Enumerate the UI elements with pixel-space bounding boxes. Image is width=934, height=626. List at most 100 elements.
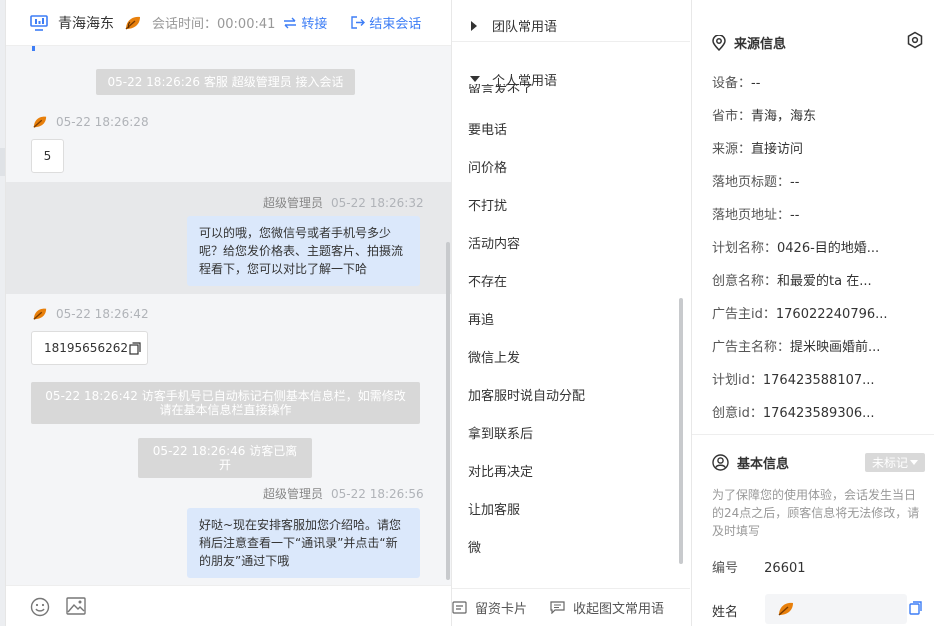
emoji-icon[interactable] xyxy=(30,597,50,621)
settings-gear-icon[interactable] xyxy=(906,31,924,53)
exit-icon xyxy=(351,16,366,29)
info-value: 和最爱的ta 在... xyxy=(777,274,872,289)
info-row-plan-id: 计划id：176423588107... xyxy=(712,369,875,388)
message-time: 05-22 18:26:56 xyxy=(331,486,424,501)
info-label: 创意名称： xyxy=(712,274,778,289)
phone-number-text: 18195656262 xyxy=(44,341,128,355)
info-row-landing-url: 落地页地址：-- xyxy=(712,204,799,223)
info-label: 计划id： xyxy=(712,373,763,388)
phrase-item[interactable]: 活动内容 xyxy=(468,233,520,252)
agent-name: 超级管理员 xyxy=(263,196,324,210)
info-label: 广告主id： xyxy=(712,307,776,322)
phrase-item[interactable]: 要电话 xyxy=(468,119,507,138)
visitor-avatar-icon xyxy=(32,115,48,129)
phrases-panel: 团队常用语 个人常用语 留言发不了 要电话 问价格 不打扰 活动内容 不存在 再… xyxy=(451,0,691,626)
info-value: 直接访问 xyxy=(751,142,804,157)
collapse-phrases-label: 收起图文常用语 xyxy=(573,602,665,617)
info-value: -- xyxy=(751,76,761,91)
info-label: 创意id： xyxy=(712,406,763,421)
end-session-button[interactable]: 结束会话 xyxy=(351,13,421,32)
image-icon[interactable] xyxy=(66,597,86,619)
info-value: 176423589306... xyxy=(762,406,875,421)
chat-header: 青海海东 会话时间：00:00:41 转接 结束会话 xyxy=(6,0,452,46)
chat-scrollbar[interactable] xyxy=(446,242,450,580)
computer-icon xyxy=(30,14,48,31)
agent-name: 超级管理员 xyxy=(263,487,324,501)
phrase-item[interactable]: 加客服时说自动分配 xyxy=(468,385,585,404)
message-time: 05-22 18:26:42 xyxy=(56,307,149,321)
agent-message-meta: 超级管理员 05-22 18:26:56 xyxy=(263,485,424,502)
lead-card-button[interactable]: 留资卡片 xyxy=(452,598,527,617)
agent-message-bubble: 可以的哦，您微信号或者手机号多少呢？给您发价格表、主题客片、拍摄流程看下，您可以… xyxy=(187,216,420,286)
phrases-scrollbar[interactable] xyxy=(679,298,683,564)
session-timer: 会话时间：00:00:41 xyxy=(152,17,276,32)
system-message-phone-marked: 05-22 18:26:42 访客手机号已自动标记右侧基本信息栏，如需修改请在基… xyxy=(31,382,420,424)
transfer-icon xyxy=(284,17,297,28)
info-label: 计划名称： xyxy=(712,241,778,256)
source-info-title: 来源信息 xyxy=(734,37,787,52)
info-value: 提米映画婚前... xyxy=(790,340,881,355)
tag-status-label: 未标记 xyxy=(871,456,908,470)
card-icon xyxy=(452,601,467,614)
system-message-left: 05-22 18:26:46 访客已离开 xyxy=(138,438,312,478)
user-icon xyxy=(712,454,729,471)
team-phrases-toggle[interactable]: 团队常用语 xyxy=(452,10,690,42)
info-row-id: 编号 26601 xyxy=(712,557,806,576)
info-panel: 来源信息 设备：-- 省市：青海，海东 来源：直接访问 落地页标题：-- 落地页… xyxy=(691,0,934,626)
edit-policy-note: 为了保障您的使用体验，会话发生当日的24点之后，顾客信息将无法修改，请及时填写 xyxy=(712,488,920,538)
caret-right-icon xyxy=(470,20,480,31)
info-row-region: 省市：青海，海东 xyxy=(712,105,816,124)
copy-icon[interactable] xyxy=(129,341,141,355)
info-value: 176022240796... xyxy=(775,307,888,322)
info-row-landing-title: 落地页标题：-- xyxy=(712,171,799,190)
copy-icon[interactable] xyxy=(909,601,922,619)
scroll-indicator xyxy=(32,46,35,51)
location-pin-icon xyxy=(712,34,726,51)
end-session-label: 结束会话 xyxy=(369,17,422,32)
transfer-button[interactable]: 转接 xyxy=(283,13,327,32)
info-row-device: 设备：-- xyxy=(712,72,760,91)
visitor-message-bubble: 5 xyxy=(31,139,64,173)
phrase-item[interactable]: 不存在 xyxy=(468,271,507,290)
phrase-text: 留言发不了 xyxy=(468,84,534,93)
id-value: 26601 xyxy=(764,561,806,576)
info-row-creative-name: 创意名称：和最爱的ta 在... xyxy=(712,270,872,289)
system-message-join: 05-22 18:26:26 客服 超级管理员 接入会话 xyxy=(96,69,355,95)
phrase-item[interactable]: 微信上发 xyxy=(468,347,520,366)
agent-message-bubble: 好哒~现在安排客服加您介绍哈。请您稍后注意查看一下“通讯录”并点击“新的朋友”通… xyxy=(187,508,420,578)
phrases-footer: 留资卡片 收起图文常用语 xyxy=(452,588,690,626)
info-row-source: 来源：直接访问 xyxy=(712,138,803,157)
chat-panel: 青海海东 会话时间：00:00:41 转接 结束会话 05-22 18:26:2… xyxy=(5,0,452,626)
chat-toolbar xyxy=(6,585,452,626)
info-row-advertiser-id: 广告主id：176022240796... xyxy=(712,303,888,322)
info-value: 0426-目的地婚... xyxy=(777,241,880,256)
visitor-message-meta: 05-22 18:26:28 xyxy=(32,115,149,129)
collapse-phrases-button[interactable]: 收起图文常用语 xyxy=(550,598,664,617)
info-value: -- xyxy=(790,208,800,223)
transfer-label: 转接 xyxy=(301,17,328,32)
agent-message-meta: 超级管理员 05-22 18:26:32 xyxy=(263,194,424,211)
visitor-avatar-icon xyxy=(32,307,48,321)
phrase-item[interactable]: 微 xyxy=(468,537,481,556)
phrase-item[interactable]: 让加客服 xyxy=(468,499,520,518)
phrase-item[interactable]: 对比再决定 xyxy=(468,461,533,480)
name-label: 姓名 xyxy=(712,605,739,620)
info-label: 来源： xyxy=(712,142,752,157)
phrase-item[interactable]: 不打扰 xyxy=(468,195,507,214)
info-label: 广告主名称： xyxy=(712,340,791,355)
info-row-advertiser-name: 广告主名称：提米映画婚前... xyxy=(712,336,880,355)
tag-status-dropdown[interactable]: 未标记 xyxy=(865,453,925,472)
info-row-creative-id: 创意id：176423589306... xyxy=(712,402,875,421)
name-field[interactable] xyxy=(765,594,907,624)
caret-down-icon xyxy=(910,459,918,465)
lead-card-label: 留资卡片 xyxy=(475,602,528,617)
phrase-item[interactable]: 再追 xyxy=(468,309,494,328)
caret-down-icon xyxy=(470,75,480,83)
visitor-avatar-icon xyxy=(124,15,142,31)
info-label: 落地页地址： xyxy=(712,208,791,223)
phrase-item[interactable]: 拿到联系后 xyxy=(468,423,533,442)
section-divider xyxy=(692,434,934,435)
phrase-item-clipped[interactable]: 留言发不了 xyxy=(468,84,668,93)
visitor-avatar-icon xyxy=(778,602,793,616)
phrase-item[interactable]: 问价格 xyxy=(468,157,507,176)
